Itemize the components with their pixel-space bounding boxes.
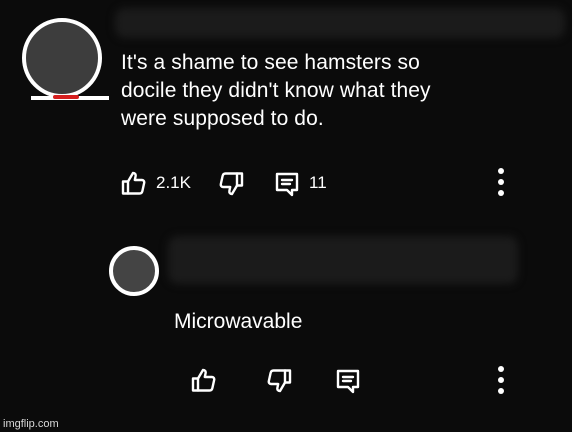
reply-icon[interactable] xyxy=(273,170,301,198)
thumbs-down-icon[interactable] xyxy=(265,367,293,395)
comment-thread: It's a shame to see hamsters so docile t… xyxy=(0,0,572,432)
comment-text-line: were supposed to do. xyxy=(121,107,324,130)
redacted-reply-username xyxy=(168,236,518,284)
like-count: 2.1K xyxy=(156,173,191,192)
comment-text: It's a shame to see hamsters so docile t… xyxy=(121,49,551,133)
imgflip-watermark: imgflip.com xyxy=(3,418,59,430)
comment-text-line: It's a shame to see hamsters so xyxy=(121,51,420,74)
thumbs-up-icon[interactable] xyxy=(190,366,218,394)
reply-avatar[interactable] xyxy=(109,246,159,296)
reply-icon[interactable] xyxy=(334,367,362,395)
reply-count[interactable]: 11 xyxy=(309,173,327,193)
comment-more-options-button[interactable] xyxy=(496,168,506,200)
redacted-username xyxy=(115,8,565,38)
reply-text: Microwavable xyxy=(174,310,303,333)
reply-more-options-button[interactable] xyxy=(496,366,506,398)
thumbs-up-icon[interactable] xyxy=(120,169,148,197)
thumbs-down-icon[interactable] xyxy=(217,170,245,198)
avatar-live-indicator xyxy=(53,95,79,99)
comment-text-line: docile they didn't know what they xyxy=(121,79,431,102)
commenter-avatar[interactable] xyxy=(22,18,102,98)
